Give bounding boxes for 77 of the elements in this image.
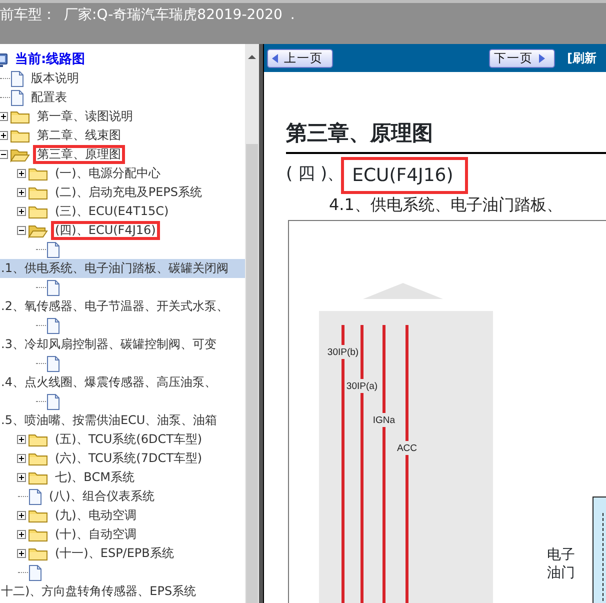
tree-item[interactable]: 七)、BCM系统 [51, 468, 138, 487]
document-icon [46, 280, 60, 296]
tree-item[interactable]: (四)、ECU(F4J16) [51, 221, 160, 240]
vehicle-name: 厂家:Q-奇瑞汽车瑞虎82019-2020 [64, 6, 282, 25]
folder-icon [28, 166, 48, 182]
expand-icon[interactable] [16, 549, 26, 558]
previous-page-button[interactable]: 上一页 [267, 48, 333, 68]
tree-item[interactable]: .2、氧传感器、电子节温器、开关式水泵、 [0, 297, 245, 316]
section-title: ECU(F4J16) [344, 160, 466, 190]
section-prefix: ( 四 )、 [286, 163, 344, 186]
folder-icon [10, 128, 30, 144]
wire-label: 30IP(a) [346, 380, 378, 392]
tree-item[interactable]: (十一)、ESP/EPB系统 [51, 544, 178, 563]
document-icon [28, 564, 42, 580]
collapse-icon[interactable] [0, 150, 8, 159]
document-icon [28, 488, 42, 504]
folder-icon [28, 184, 48, 200]
expand-icon[interactable] [16, 454, 26, 463]
wire-label: 30IP(b) [327, 346, 359, 358]
expand-icon[interactable] [16, 169, 26, 178]
refresh-link[interactable]: [刷新 [567, 49, 596, 67]
folder-icon [28, 432, 48, 448]
tree-item[interactable]: (五)、TCU系统(6DCT车型) [51, 430, 206, 449]
subsection-title: 4.1、供电系统、电子油门踏板、 [329, 194, 564, 216]
tree-item[interactable]: 配置表 [27, 88, 71, 107]
folder-icon [28, 546, 48, 562]
tree-item[interactable]: 第三章、原理图 [33, 145, 125, 164]
tree-item[interactable]: 当前:线路图 [11, 50, 90, 69]
document-icon [46, 356, 60, 372]
tree-item[interactable]: .4、点火线圈、爆震传感器、高压油泵、 [0, 373, 245, 392]
vehicle-label: 前车型： [0, 6, 56, 25]
document-icon [46, 394, 60, 410]
folder-icon [28, 470, 48, 486]
document-icon [46, 242, 60, 258]
wire-label: IGNa [372, 414, 396, 426]
scrollbar[interactable] [245, 44, 259, 603]
left-arrow-icon [272, 54, 279, 62]
tree-item[interactable]: .3、冷却风扇控制器、碳罐控制阀、可变 [0, 335, 245, 354]
expand-icon[interactable] [16, 511, 26, 520]
expand-icon[interactable] [16, 188, 26, 197]
status-dot-text: . [290, 6, 295, 25]
folder-icon [10, 108, 30, 124]
expand-icon[interactable] [0, 131, 8, 140]
tree-item[interactable]: (六)、TCU系统(7DCT车型) [51, 449, 206, 468]
tree-item[interactable]: 版本说明 [27, 69, 83, 88]
tree-item[interactable]: (三)、ECU(E4T15C) [51, 202, 173, 221]
chapter-title: 第三章、原理图 [286, 118, 606, 154]
open-folder-icon [10, 146, 30, 162]
folder-icon [28, 204, 48, 220]
component-label: 电子油门 [547, 546, 575, 582]
expand-icon[interactable] [16, 473, 26, 482]
folder-icon [28, 508, 48, 524]
right-arrow-icon [538, 54, 545, 62]
tree-item[interactable]: (九)、电动空调 [51, 506, 140, 525]
document-icon [46, 318, 60, 334]
expand-icon[interactable] [16, 435, 26, 444]
open-folder-icon [28, 222, 48, 238]
tree-item[interactable]: (八)、组合仪表系统 [45, 487, 158, 506]
expand-icon[interactable] [16, 207, 26, 216]
expand-icon[interactable] [16, 530, 26, 539]
next-page-button[interactable]: 下一页 [489, 48, 555, 68]
tree-item[interactable]: 第一章、读图说明 [33, 107, 137, 126]
tree-item[interactable]: (一)、电源分配中心 [51, 164, 164, 183]
tree-item[interactable]: (二)、启动充电及PEPS系统 [51, 183, 206, 202]
collapse-icon[interactable] [16, 226, 26, 235]
wire-label: ACC [396, 442, 418, 454]
folder-icon [28, 526, 48, 542]
document-icon [10, 90, 24, 106]
expand-icon[interactable] [0, 112, 8, 121]
tree-item[interactable]: 十二)、方向盘转角传感器、EPS系统 [0, 582, 245, 601]
scrollbar-thumb[interactable] [246, 144, 258, 603]
document-icon [10, 70, 24, 86]
tree-item[interactable]: (十)、自动空调 [51, 525, 140, 544]
folder-icon [28, 450, 48, 466]
tree-item[interactable]: .5、喷油嘴、按需供油ECU、油泵、油箱 [0, 411, 245, 430]
tree-item[interactable]: .1、供电系统、电子油门踏板、碳罐关闭阀 [0, 259, 245, 278]
tree-item[interactable]: 第二章、线束图 [33, 126, 125, 145]
